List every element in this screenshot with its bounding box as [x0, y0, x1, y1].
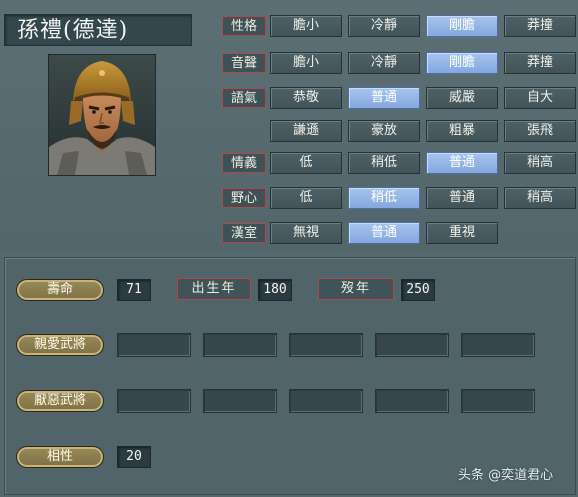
liked-general-slot[interactable] — [117, 333, 191, 357]
disliked-general-slot[interactable] — [117, 389, 191, 413]
lifespan-value: 71 — [117, 279, 151, 301]
liked-generals-button[interactable]: 親愛武將 — [16, 334, 104, 356]
disliked-general-slot[interactable] — [203, 389, 277, 413]
attribute-option-button[interactable]: 冷靜 — [348, 52, 420, 74]
liked-general-slot[interactable] — [375, 333, 449, 357]
disliked-generals-button[interactable]: 厭惡武將 — [16, 390, 104, 412]
attribute-option-button[interactable]: 威嚴 — [426, 87, 498, 109]
attribute-option-button[interactable]: 稍低 — [348, 187, 420, 209]
lifespan-button[interactable]: 壽命 — [16, 279, 104, 301]
attribute-option-button[interactable]: 豪放 — [348, 120, 420, 142]
death-year-value: 250 — [401, 279, 435, 301]
attribute-option-button[interactable]: 稍高 — [504, 187, 576, 209]
attribute-label: 漢室 — [222, 223, 266, 243]
disliked-general-slot[interactable] — [375, 389, 449, 413]
liked-general-slot[interactable] — [203, 333, 277, 357]
attribute-option-button[interactable]: 恭敬 — [270, 87, 342, 109]
attribute-option-button[interactable]: 剛膽 — [426, 52, 498, 74]
attribute-option-button[interactable]: 普通 — [348, 87, 420, 109]
attribute-option-button[interactable]: 自大 — [504, 87, 576, 109]
death-year-label: 歿年 — [318, 278, 394, 300]
character-name: 孫禮(德達) — [4, 14, 192, 46]
attribute-label: 語氣 — [222, 88, 266, 108]
attribute-option-button[interactable]: 重視 — [426, 222, 498, 244]
attribute-label: 情義 — [222, 153, 266, 173]
attribute-label: 性格 — [222, 16, 266, 36]
birth-year-value: 180 — [258, 279, 292, 301]
attribute-option-button[interactable]: 無視 — [270, 222, 342, 244]
attribute-option-button[interactable]: 張飛 — [504, 120, 576, 142]
attribute-option-button[interactable]: 普通 — [426, 187, 498, 209]
watermark: 头条 @奕道君心 — [458, 468, 554, 483]
attribute-option-button[interactable]: 低 — [270, 187, 342, 209]
compatibility-button[interactable]: 相性 — [16, 446, 104, 468]
attribute-option-button[interactable]: 低 — [270, 152, 342, 174]
attribute-option-button[interactable]: 粗暴 — [426, 120, 498, 142]
attribute-label: 野心 — [222, 188, 266, 208]
attribute-option-button[interactable]: 普通 — [426, 152, 498, 174]
attribute-option-button[interactable]: 莽撞 — [504, 52, 576, 74]
attribute-option-button[interactable]: 剛膽 — [426, 15, 498, 37]
attribute-option-button[interactable]: 謙遜 — [270, 120, 342, 142]
disliked-general-slot[interactable] — [461, 389, 535, 413]
attribute-option-button[interactable]: 稍低 — [348, 152, 420, 174]
attribute-option-button[interactable]: 膽小 — [270, 15, 342, 37]
character-portrait — [48, 54, 156, 176]
attribute-option-button[interactable]: 膽小 — [270, 52, 342, 74]
attribute-label: 音聲 — [222, 53, 266, 73]
attribute-option-button[interactable]: 普通 — [348, 222, 420, 244]
disliked-general-slot[interactable] — [289, 389, 363, 413]
attribute-option-button[interactable]: 冷靜 — [348, 15, 420, 37]
liked-general-slot[interactable] — [461, 333, 535, 357]
attribute-option-button[interactable]: 稍高 — [504, 152, 576, 174]
attribute-option-button[interactable]: 莽撞 — [504, 15, 576, 37]
compatibility-value: 20 — [117, 446, 151, 468]
birth-year-label: 出生年 — [177, 278, 251, 300]
liked-general-slot[interactable] — [289, 333, 363, 357]
